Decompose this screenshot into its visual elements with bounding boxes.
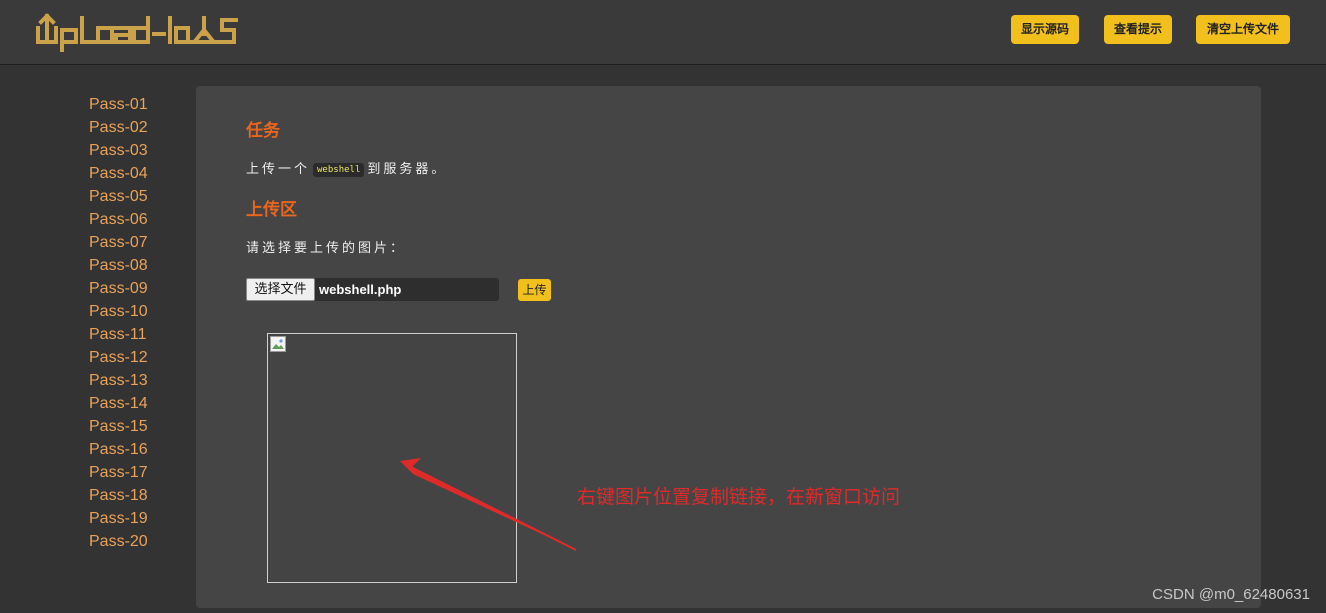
annotation-arrow — [400, 458, 577, 551]
annotation-text: 右键图片位置复制链接，在新窗口访问 — [577, 486, 901, 508]
csdn-watermark: CSDN @m0_62480631 — [1152, 586, 1310, 603]
